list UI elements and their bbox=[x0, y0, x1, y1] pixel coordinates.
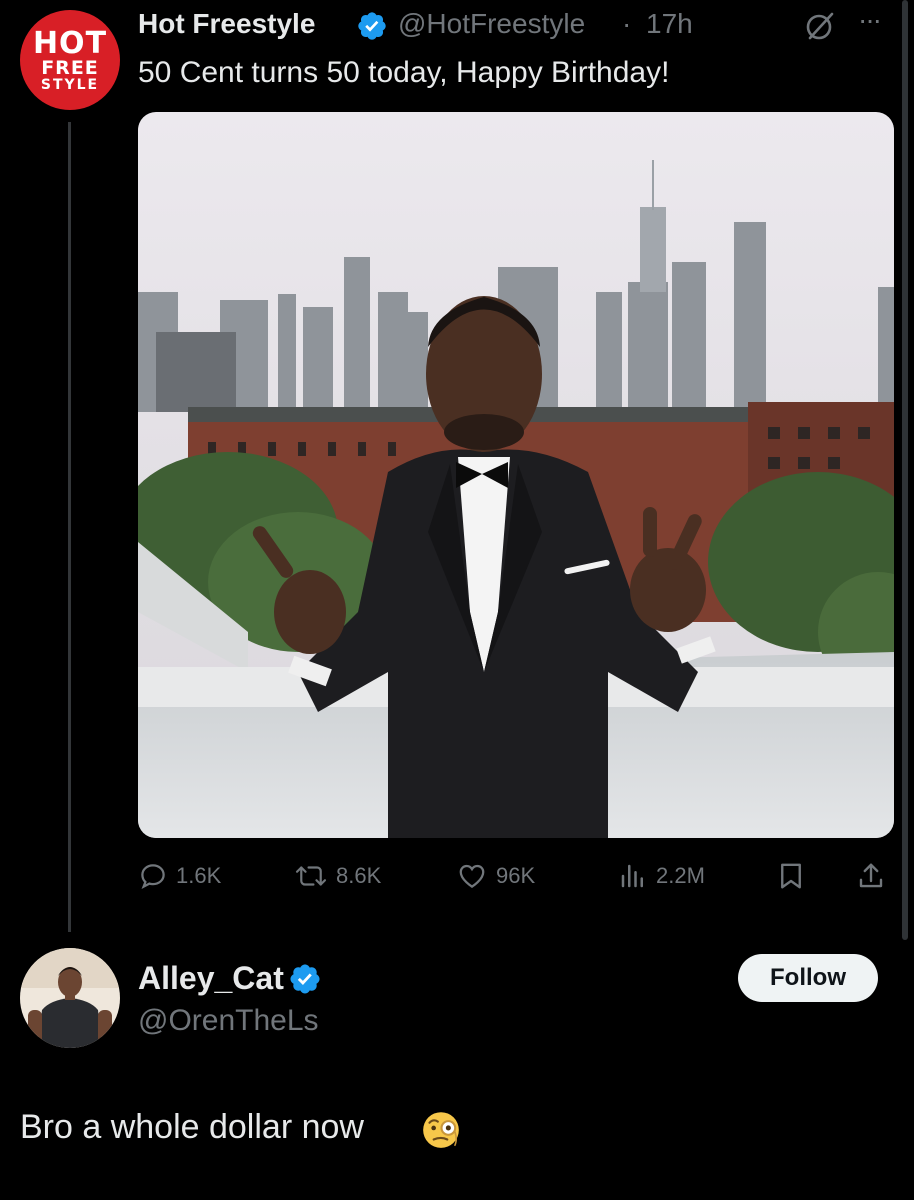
reply-author-handle[interactable]: @OrenTheLs bbox=[138, 1004, 319, 1038]
monocle-face-emoji bbox=[423, 1112, 459, 1148]
reply-button[interactable]: 1.6K bbox=[138, 858, 221, 894]
like-count: 96K bbox=[496, 863, 536, 888]
views-count: 2.2M bbox=[656, 863, 705, 888]
reply-count: 1.6K bbox=[176, 863, 222, 888]
verified-badge-icon bbox=[290, 964, 320, 994]
grok-icon[interactable] bbox=[804, 10, 836, 42]
repost-button[interactable]: 8.6K bbox=[294, 858, 381, 894]
more-icon[interactable]: ··· bbox=[858, 4, 882, 36]
post-time[interactable]: 17h bbox=[646, 8, 693, 40]
repost-count: 8.6K bbox=[336, 863, 382, 888]
separator-dot: · bbox=[622, 8, 632, 39]
author-name[interactable]: Hot Freestyle bbox=[138, 8, 315, 40]
follow-button[interactable]: Follow bbox=[738, 954, 878, 1002]
tweet-text: 50 Cent turns 50 today, Happy Birthday! bbox=[138, 56, 670, 89]
views-icon bbox=[621, 864, 643, 888]
reply-icon bbox=[141, 864, 165, 889]
reply-author-name[interactable]: Alley_Cat bbox=[138, 960, 284, 997]
bookmark-button[interactable] bbox=[776, 858, 814, 894]
bookmark-icon bbox=[781, 863, 801, 889]
share-icon bbox=[859, 863, 883, 888]
hotfreestyle-avatar[interactable]: HOT FREE STYLE bbox=[20, 10, 120, 110]
avatar-logo-line: FREE bbox=[41, 56, 99, 79]
repost-icon bbox=[295, 866, 327, 886]
author-handle[interactable]: @HotFreestyle bbox=[398, 8, 585, 40]
alleycat-avatar[interactable] bbox=[20, 948, 120, 1048]
views-button[interactable]: 2.2M bbox=[618, 858, 705, 894]
tweet-photo[interactable] bbox=[138, 112, 894, 838]
scrollbar[interactable] bbox=[902, 0, 908, 940]
share-button[interactable] bbox=[856, 858, 894, 894]
avatar-logo-line: STYLE bbox=[40, 76, 100, 93]
avatar-logo-line: HOT bbox=[32, 25, 108, 61]
like-button[interactable]: 96K bbox=[456, 858, 535, 894]
reply-text: Bro a whole dollar now bbox=[20, 1108, 364, 1146]
like-icon bbox=[459, 864, 485, 888]
verified-badge-icon bbox=[358, 12, 386, 40]
thread-connector-line bbox=[68, 122, 71, 932]
